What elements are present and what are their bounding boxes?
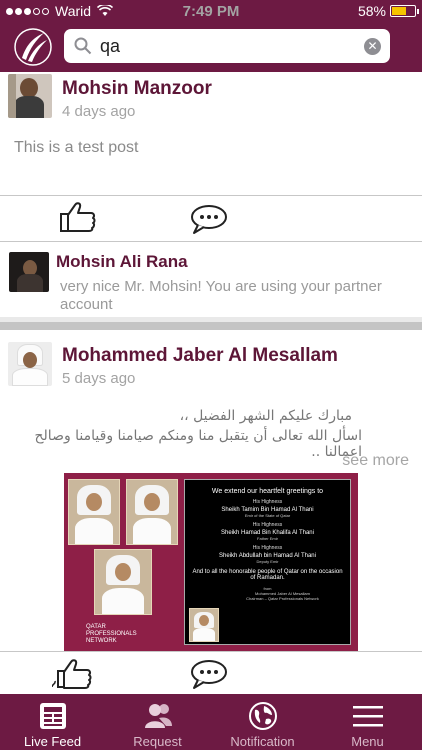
- tab-request[interactable]: Request: [105, 694, 210, 750]
- closing-line: And to all the honorable people of Qatar…: [192, 569, 343, 581]
- tab-label: Notification: [230, 734, 295, 749]
- avatar[interactable]: [8, 74, 52, 118]
- comment-avatar[interactable]: [9, 252, 49, 292]
- post-time: 4 days ago: [62, 103, 136, 120]
- tab-menu[interactable]: Menu: [315, 694, 420, 750]
- post-text: This is a test post: [14, 139, 139, 156]
- comment-author[interactable]: Mohsin Ali Rana: [56, 252, 188, 272]
- app-header: qa ✕: [0, 22, 422, 72]
- honorific: His Highness: [252, 545, 283, 551]
- brand-logo: QATAR PROFESSIONALS NETWORK: [86, 624, 137, 644]
- dignitary-title: Father Emir: [257, 536, 278, 541]
- users-icon: [144, 704, 172, 728]
- see-more-link[interactable]: see more: [342, 452, 409, 470]
- tab-label: Menu: [351, 734, 384, 749]
- globe-icon: [248, 702, 277, 730]
- comment-icon[interactable]: [189, 203, 229, 235]
- post-card: Mohammed Jaber Al Mesallam 5 days ago مب…: [0, 330, 422, 694]
- hamburger-menu-icon: [352, 706, 383, 727]
- greeting-line: We extend our heartfelt greetings to: [211, 488, 324, 495]
- tab-live-feed[interactable]: Live Feed: [0, 694, 105, 750]
- status-bar: Warid 7:49 PM 58%: [0, 0, 422, 22]
- post-text-line: مبارك عليكم الشهر الفضيل ،،: [179, 408, 352, 424]
- greeting-panel: We extend our heartfelt greetings to His…: [184, 479, 351, 645]
- sender-title: Chairman – Qatar Professionals Network: [246, 596, 319, 601]
- post-text-line: اسأل الله تعالى أن يتقبل منا ومنكم صيامن…: [34, 428, 363, 460]
- tab-notification[interactable]: Notification: [210, 694, 315, 750]
- honorific: His Highness: [252, 522, 283, 528]
- like-icon[interactable]: [52, 657, 96, 689]
- battery-icon: [390, 5, 419, 17]
- portrait-image: [68, 479, 120, 545]
- divider: [0, 195, 422, 196]
- divider: [0, 651, 422, 652]
- post-author[interactable]: Mohsin Manzoor: [62, 78, 212, 100]
- dignitary-title: Emir of the State of Qatar: [244, 513, 291, 518]
- tab-label: Live Feed: [23, 734, 82, 749]
- search-icon: [74, 37, 92, 55]
- newspaper-icon: [39, 703, 66, 729]
- post-time: 5 days ago: [62, 370, 136, 387]
- post-card: Mohsin Manzoor 4 days ago This is a test…: [0, 72, 422, 317]
- tab-label: Request: [133, 734, 182, 749]
- live-feed[interactable]: Mohsin Manzoor 4 days ago This is a test…: [0, 72, 422, 694]
- comment-icon[interactable]: [189, 658, 229, 690]
- portrait-image: [126, 479, 178, 545]
- dignitary-title: Deputy Emir: [256, 559, 279, 564]
- honorific: His Highness: [252, 499, 283, 505]
- comment-text: very nice Mr. Mohsin! You are using your…: [60, 278, 382, 313]
- divider: [0, 241, 422, 242]
- post-separator: [0, 322, 422, 330]
- tab-bar: Live Feed Request Notification Menu: [0, 694, 422, 750]
- search-field[interactable]: qa ✕: [64, 29, 390, 63]
- clear-search-icon[interactable]: ✕: [364, 38, 381, 55]
- avatar[interactable]: [8, 342, 52, 386]
- app-logo-icon[interactable]: [14, 28, 52, 66]
- battery-percent: 58%: [357, 3, 386, 19]
- portrait-image: [94, 549, 152, 615]
- post-author[interactable]: Mohammed Jaber Al Mesallam: [62, 345, 338, 367]
- post-image[interactable]: QATAR PROFESSIONALS NETWORK We extend ou…: [64, 473, 358, 651]
- sender-portrait: [189, 608, 219, 642]
- like-icon[interactable]: [58, 201, 98, 233]
- search-input[interactable]: qa: [100, 36, 120, 57]
